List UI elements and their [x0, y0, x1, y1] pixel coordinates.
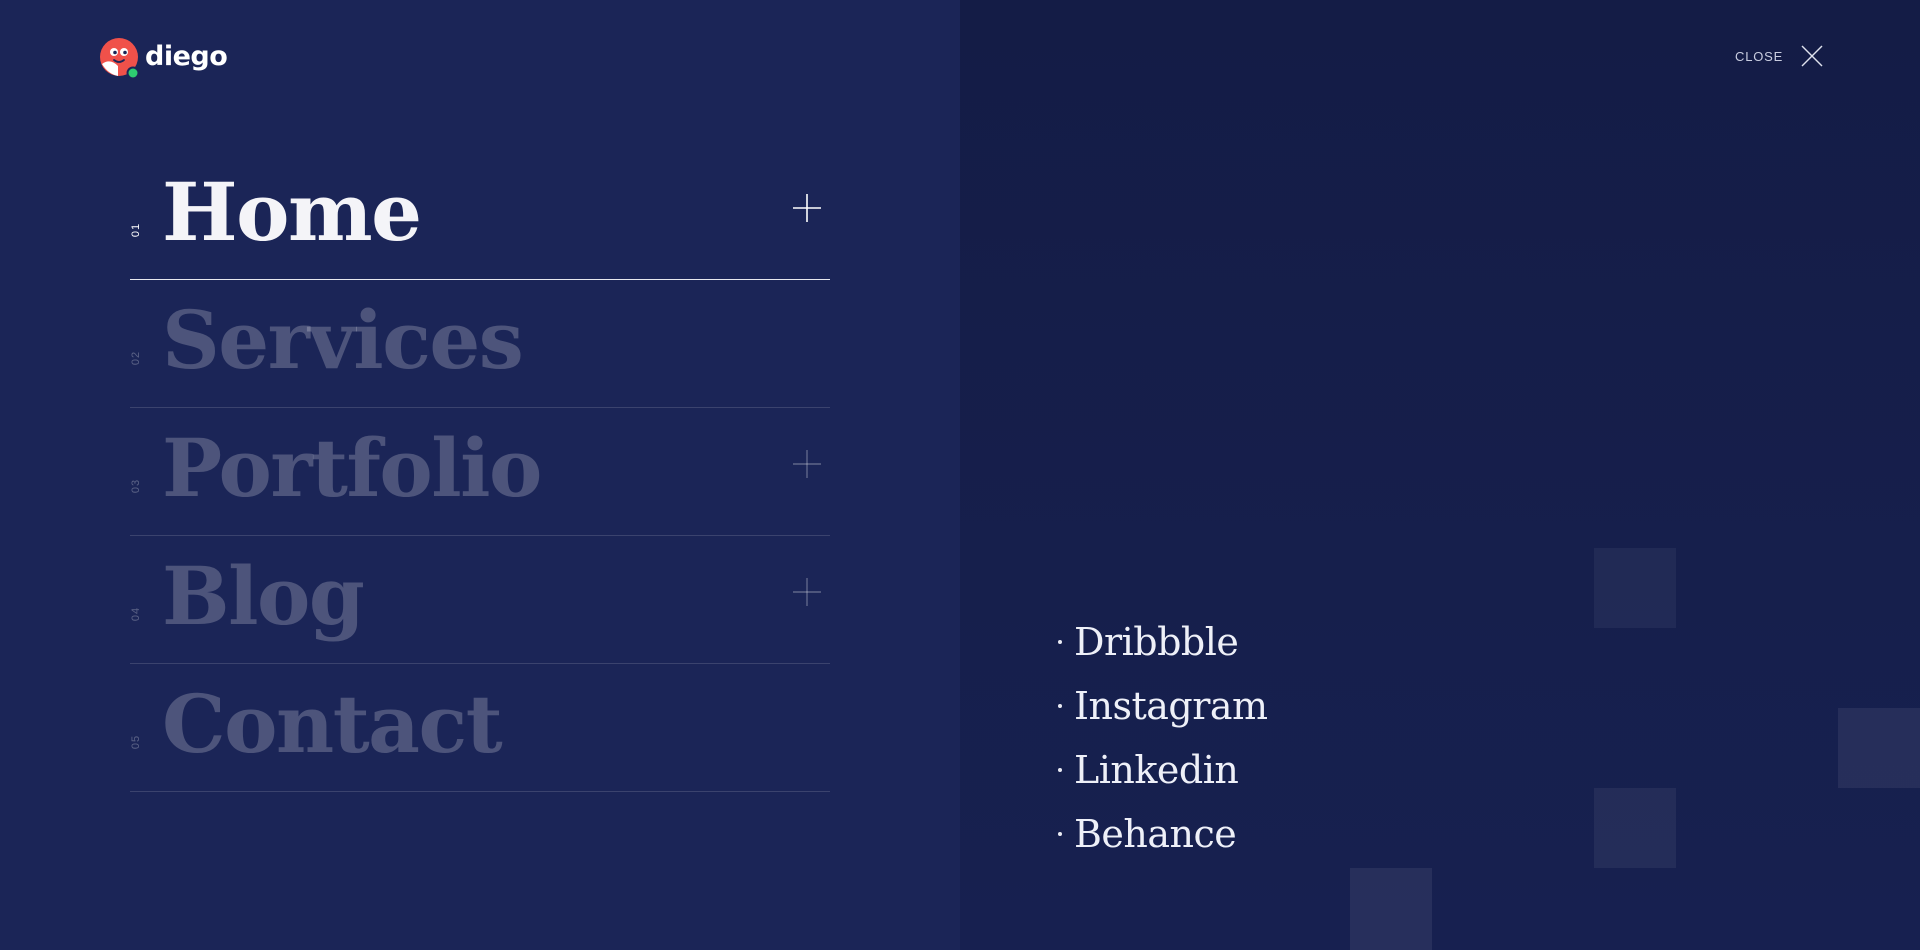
social-link-instagram[interactable]: Instagram — [1058, 674, 1268, 738]
social-link-dribbble[interactable]: Dribbble — [1058, 610, 1268, 674]
menu-item-services[interactable]: 02 Services — [130, 280, 830, 408]
social-link-label: Dribbble — [1074, 620, 1239, 664]
bullet-dot — [1058, 640, 1062, 644]
menu-item-number: 03 — [130, 478, 142, 494]
menu-item-home[interactable]: 01 Home — [130, 152, 830, 280]
social-link-behance[interactable]: Behance — [1058, 802, 1268, 866]
menu-item-label: Blog — [162, 549, 365, 643]
social-link-label: Instagram — [1074, 684, 1268, 728]
menu-item-number: 05 — [130, 734, 142, 750]
menu-item-contact[interactable]: 05 Contact — [130, 664, 830, 792]
menu-item-number: 02 — [130, 350, 142, 366]
menu-item-number: 04 — [130, 606, 142, 622]
menu-item-label: Portfolio — [162, 421, 542, 515]
bullet-dot — [1058, 768, 1062, 772]
close-button[interactable]: CLOSE — [1735, 44, 1823, 68]
bullet-dot — [1058, 704, 1062, 708]
menu-item-portfolio[interactable]: 03 Portfolio — [130, 408, 830, 536]
logo[interactable]: diego — [100, 36, 228, 80]
plus-icon[interactable] — [792, 449, 822, 479]
social-links: Dribbble Instagram Linkedin Behance — [1058, 610, 1268, 866]
social-link-label: Behance — [1074, 812, 1237, 856]
close-x-icon — [1801, 45, 1823, 67]
menu-item-blog[interactable]: 04 Blog — [130, 536, 830, 664]
plus-icon[interactable] — [792, 577, 822, 607]
menu-item-label: Services — [162, 293, 524, 387]
main-menu: 01 Home 02 Services 03 Portfolio 04 Blog… — [130, 152, 830, 792]
plus-icon[interactable] — [792, 193, 822, 223]
menu-item-label: Contact — [162, 677, 503, 771]
social-link-linkedin[interactable]: Linkedin — [1058, 738, 1268, 802]
bullet-dot — [1058, 832, 1062, 836]
social-link-label: Linkedin — [1074, 748, 1239, 792]
close-label: CLOSE — [1735, 48, 1784, 64]
menu-item-number: 01 — [130, 222, 142, 238]
face-mascot-icon — [100, 38, 140, 78]
menu-item-label: Home — [162, 165, 422, 259]
logo-text: diego — [145, 40, 228, 72]
